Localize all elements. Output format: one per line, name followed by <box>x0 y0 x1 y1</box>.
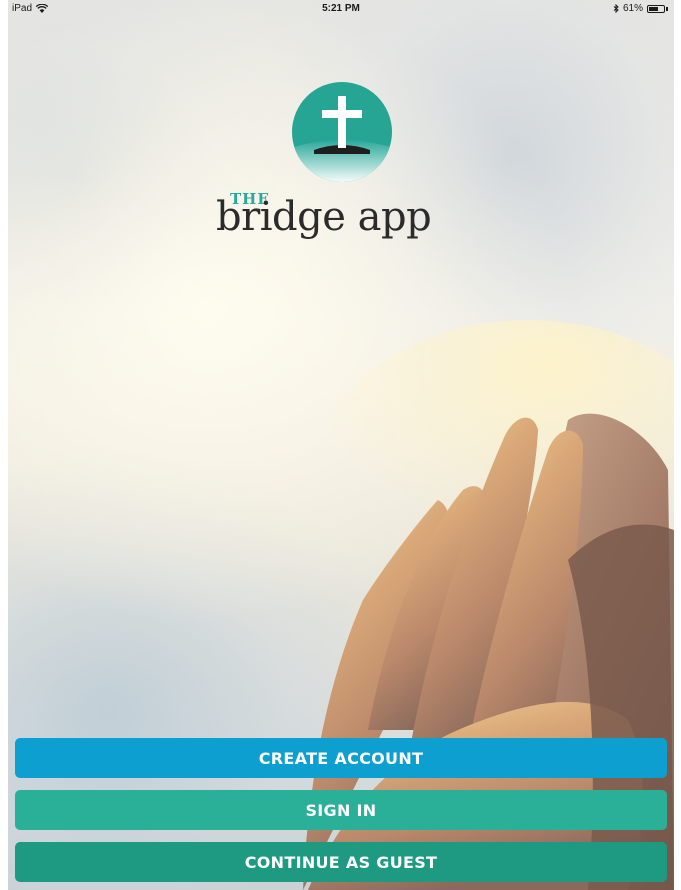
status-bar-right: 61% <box>613 3 668 14</box>
continue-as-guest-button[interactable]: CONTINUE AS GUEST <box>15 842 667 882</box>
cross-on-hill-icon <box>292 82 392 182</box>
app-screen: iPad 5:21 PM 61% THE bridge app CREATE A… <box>8 0 674 890</box>
battery-icon <box>647 4 665 13</box>
status-bar: iPad 5:21 PM 61% <box>8 0 674 18</box>
brand-name: bridge app <box>216 194 432 240</box>
battery-tip <box>666 6 668 11</box>
sign-in-button[interactable]: SIGN IN <box>15 790 667 830</box>
battery-percent: 61% <box>622 3 643 14</box>
status-time: 5:21 PM <box>322 3 360 14</box>
create-account-button[interactable]: CREATE ACCOUNT <box>15 738 667 778</box>
bluetooth-icon <box>613 4 619 13</box>
battery-level <box>649 6 658 11</box>
